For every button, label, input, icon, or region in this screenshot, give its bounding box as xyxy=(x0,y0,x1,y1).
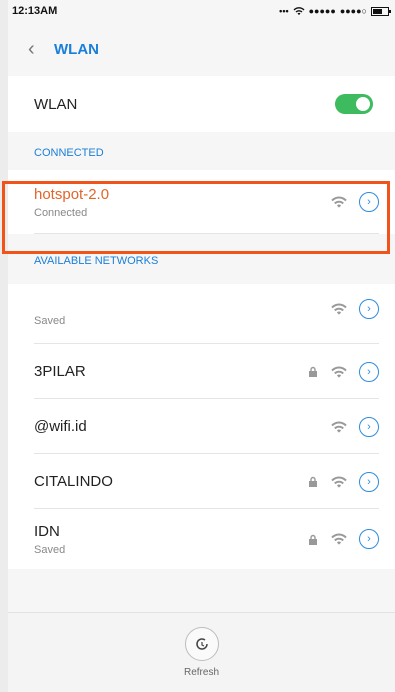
wifi-signal-icon xyxy=(329,474,349,490)
wlan-toggle-label: WLAN xyxy=(34,95,78,113)
status-icons: ••• ●●●●● ●●●●○ xyxy=(279,6,391,16)
lock-icon xyxy=(307,476,319,488)
wifi-signal-icon xyxy=(329,531,349,547)
network-details-icon[interactable]: › xyxy=(359,416,379,437)
network-details-icon[interactable]: › xyxy=(359,361,379,382)
refresh-label: Refresh xyxy=(183,667,219,678)
wifi-status-icon xyxy=(293,7,305,15)
wlan-toggle-row[interactable]: WLAN xyxy=(8,76,395,132)
status-time: 12:13AM xyxy=(12,5,58,17)
available-networks-header: AVAILABLE NETWORKS xyxy=(34,255,159,267)
page-title: WLAN xyxy=(54,40,99,58)
available-networks-list: Saved › 3PILAR › @wifi.id › CITALINDO › … xyxy=(8,284,395,569)
battery-icon xyxy=(371,6,391,16)
network-details-icon[interactable]: › xyxy=(359,471,379,492)
more-dots-icon: ••• xyxy=(279,6,289,16)
network-name: 3PILAR xyxy=(34,363,86,380)
network-row[interactable]: IDN Saved › xyxy=(8,509,395,569)
connected-network-row[interactable]: hotspot-2.0 Connected › xyxy=(8,170,395,234)
connected-network-status: Connected xyxy=(34,206,88,219)
network-row[interactable]: CITALINDO › xyxy=(8,454,395,509)
bottom-bar: Refresh xyxy=(8,612,395,692)
wifi-signal-icon xyxy=(329,364,349,380)
network-row[interactable]: 3PILAR › xyxy=(8,344,395,399)
back-chevron-icon[interactable]: ‹ xyxy=(28,38,52,61)
lock-icon xyxy=(307,533,319,545)
network-row[interactable]: @wifi.id › xyxy=(8,399,395,454)
network-details-icon[interactable]: › xyxy=(359,192,379,212)
wifi-signal-icon xyxy=(329,194,349,210)
network-sub: Saved xyxy=(34,543,66,556)
network-details-icon[interactable]: › xyxy=(359,299,379,319)
status-bar: 12:13AM ••• ●●●●● ●●●●○ xyxy=(8,0,395,22)
signal-strength-icon: ●●●●● xyxy=(308,6,336,16)
network-name: @wifi.id xyxy=(34,418,87,435)
network-sub: Saved xyxy=(34,315,66,327)
refresh-button[interactable] xyxy=(184,627,219,661)
carrier-signal-icon: ●●●●○ xyxy=(339,6,367,16)
network-name: IDN xyxy=(34,522,60,540)
app-bar: ‹ WLAN xyxy=(8,22,395,76)
wifi-signal-icon xyxy=(329,419,349,435)
wifi-signal-icon xyxy=(329,301,349,317)
network-details-icon[interactable]: › xyxy=(359,529,379,549)
connected-network-name: hotspot-2.0 xyxy=(34,185,110,203)
network-row[interactable]: Saved › xyxy=(8,284,395,344)
connected-header: CONNECTED xyxy=(34,147,104,159)
refresh-icon xyxy=(195,638,208,650)
lock-icon xyxy=(307,366,319,378)
wlan-screen: 12:13AM ••• ●●●●● ●●●●○ ‹ WLAN WLAN CONN… xyxy=(2,0,395,692)
network-name: CITALINDO xyxy=(34,473,113,490)
wlan-toggle-switch[interactable] xyxy=(335,94,373,114)
